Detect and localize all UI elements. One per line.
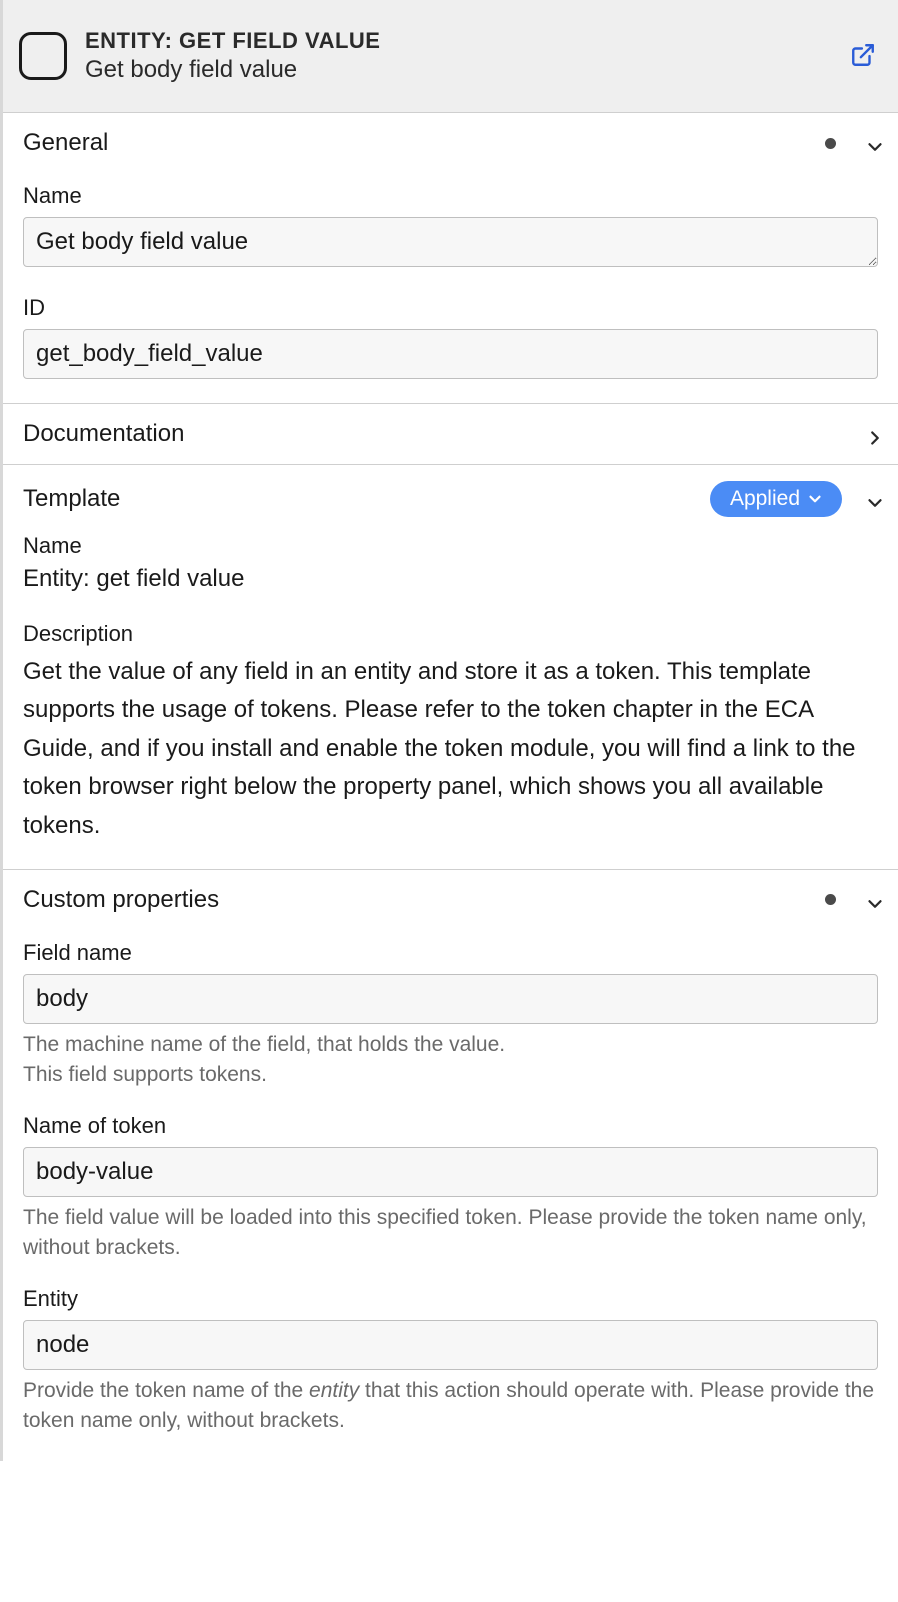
- template-name-label: Name: [23, 533, 878, 559]
- chevron-down-icon: [864, 492, 878, 506]
- section-general-body: Name ID: [3, 183, 898, 403]
- section-general-title: General: [23, 129, 825, 157]
- section-general-header[interactable]: General: [3, 113, 898, 173]
- modified-indicator-icon: [825, 894, 836, 905]
- name-input[interactable]: [23, 217, 878, 267]
- name-label: Name: [23, 183, 878, 209]
- template-applied-badge[interactable]: Applied: [710, 481, 842, 517]
- template-applied-badge-label: Applied: [730, 487, 800, 511]
- section-template: Template Applied Name Entity: get field …: [3, 465, 898, 870]
- id-label: ID: [23, 295, 878, 321]
- modified-indicator-icon: [825, 138, 836, 149]
- external-link-icon[interactable]: [850, 42, 876, 74]
- section-custom-properties-body: Field name The machine name of the field…: [3, 940, 898, 1461]
- chevron-down-icon: [864, 136, 878, 150]
- section-custom-properties: Custom properties Field name The machine…: [3, 870, 898, 1461]
- section-custom-properties-title: Custom properties: [23, 886, 825, 914]
- token-name-help: The field value will be loaded into this…: [23, 1203, 878, 1264]
- entity-input[interactable]: [23, 1320, 878, 1370]
- section-documentation: Documentation: [3, 404, 898, 465]
- template-description-text: Get the value of any field in an entity …: [23, 653, 878, 845]
- id-input[interactable]: [23, 329, 878, 379]
- panel-title: ENTITY: GET FIELD VALUE: [85, 28, 882, 54]
- entity-type-icon: [19, 32, 67, 80]
- field-name-help: The machine name of the field, that hold…: [23, 1030, 878, 1091]
- section-template-header[interactable]: Template Applied: [3, 465, 898, 533]
- panel-subtitle: Get body field value: [85, 56, 882, 84]
- section-template-body: Name Entity: get field value Description…: [3, 533, 898, 869]
- section-documentation-header[interactable]: Documentation: [3, 404, 898, 464]
- entity-help: Provide the token name of the entity tha…: [23, 1376, 878, 1437]
- chevron-right-icon: [864, 427, 878, 441]
- entity-label: Entity: [23, 1286, 878, 1312]
- section-general: General Name ID: [3, 113, 898, 404]
- token-name-input[interactable]: [23, 1147, 878, 1197]
- section-documentation-title: Documentation: [23, 420, 864, 448]
- panel-header-texts: ENTITY: GET FIELD VALUE Get body field v…: [85, 28, 882, 84]
- section-template-title: Template: [23, 485, 710, 513]
- field-name-input[interactable]: [23, 974, 878, 1024]
- panel-header: ENTITY: GET FIELD VALUE Get body field v…: [3, 0, 898, 113]
- field-name-label: Field name: [23, 940, 878, 966]
- template-name-value: Entity: get field value: [23, 565, 878, 593]
- chevron-down-icon: [864, 893, 878, 907]
- section-custom-properties-header[interactable]: Custom properties: [3, 870, 898, 930]
- token-name-label: Name of token: [23, 1113, 878, 1139]
- template-description-label: Description: [23, 621, 878, 647]
